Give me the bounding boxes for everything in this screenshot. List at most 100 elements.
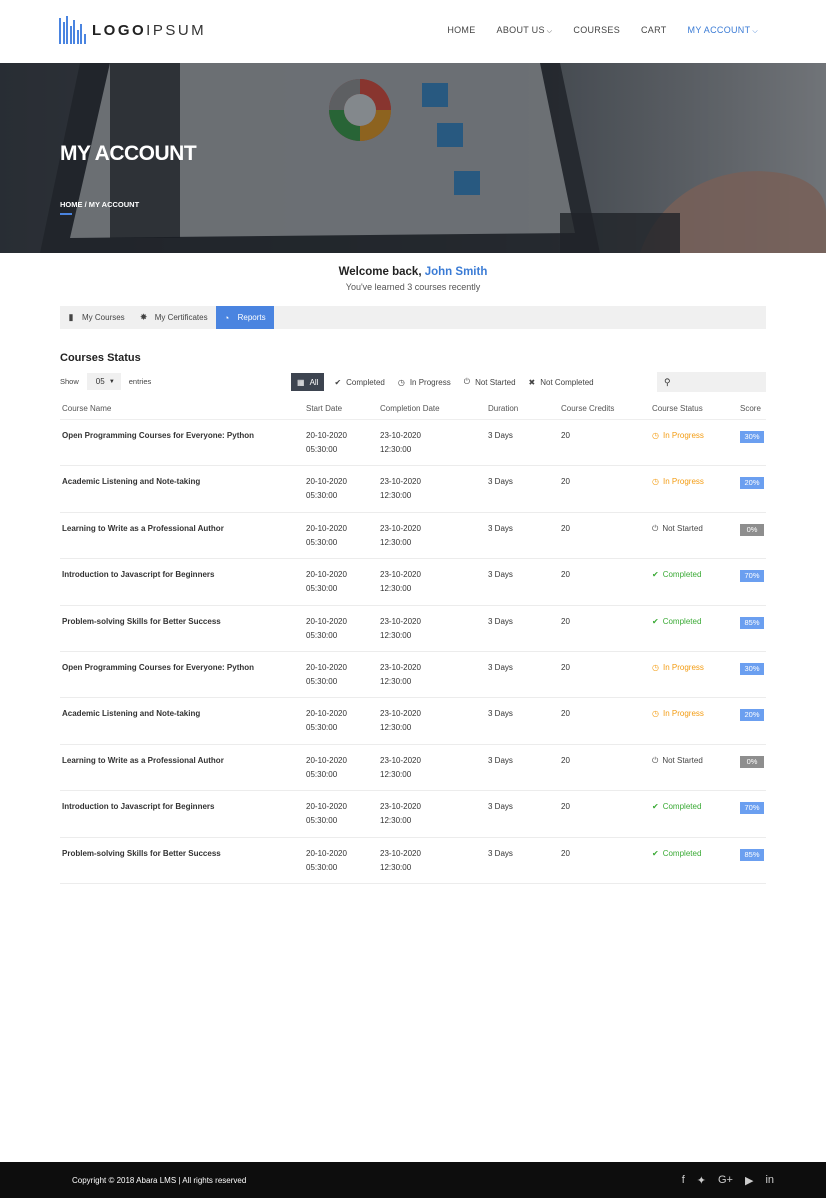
- course-name[interactable]: Introduction to Javascript for Beginners: [60, 791, 306, 836]
- filter-all[interactable]: ▦ All: [291, 373, 325, 391]
- duration: 3 Days: [488, 662, 513, 672]
- col-course-credits[interactable]: Course Credits: [561, 404, 652, 413]
- completion-date: 23-10-2020 12:30:00: [380, 616, 421, 640]
- welcome-subtitle: You've learned 3 courses recently: [345, 282, 481, 292]
- course-name[interactable]: Open Programming Courses for Everyone: P…: [60, 652, 306, 697]
- course-credits: 20: [561, 523, 570, 533]
- completion-date: 23-10-2020 12:30:00: [380, 570, 421, 594]
- nav-about-us[interactable]: ABOUT US ⌵: [497, 25, 553, 36]
- logo[interactable]: LOGOIPSUM: [59, 16, 206, 44]
- table-row[interactable]: Learning to Write as a Professional Auth…: [60, 745, 766, 792]
- facebook-icon[interactable]: f: [682, 1174, 685, 1186]
- table-row[interactable]: Academic Listening and Note-taking 20-10-…: [60, 466, 766, 513]
- filter-completed[interactable]: ✔ Completed: [334, 373, 384, 391]
- entries-select[interactable]: 05 ▼: [86, 373, 121, 390]
- tab-my-courses[interactable]: ▮ My Courses: [60, 306, 133, 329]
- filter-in-progress[interactable]: ◷ In Progress: [398, 373, 451, 391]
- nav-courses[interactable]: COURSES: [573, 25, 620, 36]
- entries-control: Show 05 ▼ entries: [60, 373, 151, 390]
- table-body: Open Programming Courses for Everyone: P…: [60, 420, 766, 884]
- course-status: ✔ Completed: [652, 606, 740, 651]
- page-hero: MY ACCOUNT HOME / MY ACCOUNT: [0, 63, 826, 253]
- course-status: ⏻ Not Started: [652, 513, 740, 558]
- course-status: ✔ Completed: [652, 791, 740, 836]
- completion-date: 23-10-2020 12:30:00: [380, 662, 421, 686]
- course-name[interactable]: Introduction to Javascript for Beginners: [60, 559, 306, 604]
- social-links: f ✦ G+ ▶ in: [670, 1174, 774, 1187]
- course-status: ◷ In Progress: [652, 698, 740, 743]
- search-box[interactable]: ⚲: [657, 372, 766, 392]
- completion-date: 23-10-2020 12:30:00: [380, 523, 421, 547]
- col-course-status[interactable]: Course Status: [652, 404, 740, 413]
- course-name[interactable]: Academic Listening and Note-taking: [60, 466, 306, 511]
- clock-icon: ◷: [652, 709, 659, 719]
- col-course-name[interactable]: Course Name: [60, 404, 306, 413]
- course-name[interactable]: Academic Listening and Note-taking: [60, 698, 306, 743]
- status-filters: ▦ All ✔ Completed ◷ In Progress ⏻ Not Starte…: [291, 373, 607, 391]
- course-credits: 20: [561, 616, 570, 626]
- chevron-down-icon: ⌵: [752, 28, 758, 35]
- table-row[interactable]: Problem-solving Skills for Better Succes…: [60, 606, 766, 652]
- table-row[interactable]: Introduction to Javascript for Beginners…: [60, 559, 766, 606]
- user-name[interactable]: John Smith: [425, 266, 488, 278]
- course-name[interactable]: Open Programming Courses for Everyone: P…: [60, 420, 306, 465]
- score-badge: 85%: [740, 616, 764, 629]
- clock-icon: ◷: [397, 377, 405, 387]
- show-label: Show: [60, 377, 79, 386]
- entries-label: entries: [128, 377, 152, 386]
- check-circle-icon: ✔: [652, 616, 659, 626]
- nav-home[interactable]: HOME: [447, 25, 475, 36]
- course-status: ◷ In Progress: [652, 652, 740, 697]
- table-row[interactable]: Learning to Write as a Professional Auth…: [60, 513, 766, 560]
- completion-date: 23-10-2020 12:30:00: [380, 709, 421, 733]
- course-status: ◷ In Progress: [652, 420, 740, 465]
- completion-date: 23-10-2020 12:30:00: [380, 477, 421, 501]
- grid-icon: ▦: [297, 377, 305, 387]
- filter-not-started[interactable]: ⏻ Not Started: [464, 373, 516, 391]
- site-header: LOGOIPSUM HOME ABOUT US ⌵ COURSES CART MY…: [0, 0, 826, 63]
- chevron-down-icon: ⌵: [546, 28, 553, 35]
- col-start-date[interactable]: Start Date: [306, 404, 380, 413]
- table-row[interactable]: Problem-solving Skills for Better Succes…: [60, 838, 766, 884]
- filter-not-completed[interactable]: ✖ Not Completed: [529, 373, 594, 391]
- power-icon: ⏻: [652, 523, 659, 533]
- course-name[interactable]: Problem-solving Skills for Better Succes…: [60, 606, 306, 651]
- completion-date: 23-10-2020 12:30:00: [380, 755, 421, 779]
- course-name[interactable]: Problem-solving Skills for Better Succes…: [60, 838, 306, 883]
- start-date: 20-10-2020 05:30:00: [306, 616, 347, 640]
- copyright-text: Copyright © 2018 Abara LMS | All rights …: [72, 1175, 247, 1185]
- tab-reports[interactable]: ◔ Reports: [215, 306, 274, 329]
- linkedin-icon[interactable]: in: [765, 1174, 774, 1186]
- check-circle-icon: ✔: [334, 377, 342, 387]
- course-name[interactable]: Learning to Write as a Professional Auth…: [60, 745, 306, 790]
- table-row[interactable]: Introduction to Javascript for Beginners…: [60, 791, 766, 838]
- table-row[interactable]: Open Programming Courses for Everyone: P…: [60, 420, 766, 467]
- course-credits: 20: [561, 709, 570, 719]
- score-badge: 20%: [740, 477, 764, 490]
- google-plus-icon[interactable]: G+: [718, 1174, 733, 1186]
- search-input[interactable]: [674, 377, 755, 387]
- col-completion-date[interactable]: Completion Date: [380, 404, 488, 413]
- tab-my-certificates[interactable]: ✸ My Certificates: [133, 306, 216, 329]
- table-row[interactable]: Open Programming Courses for Everyone: P…: [60, 652, 766, 699]
- course-name[interactable]: Learning to Write as a Professional Auth…: [60, 513, 306, 558]
- nav-cart[interactable]: CART: [641, 25, 667, 36]
- table-row[interactable]: Academic Listening and Note-taking 20-10-…: [60, 698, 766, 745]
- col-duration[interactable]: Duration: [488, 404, 561, 413]
- table-header: Course Name Start Date Completion Date D…: [60, 398, 766, 420]
- score: 70%: [740, 791, 766, 836]
- score-badge: 0%: [740, 523, 764, 536]
- logo-text: LOGOIPSUM: [92, 21, 207, 39]
- youtube-icon[interactable]: ▶: [745, 1174, 753, 1187]
- duration: 3 Days: [488, 570, 513, 580]
- duration: 3 Days: [488, 523, 513, 533]
- search-icon: ⚲: [664, 376, 671, 387]
- nav-my-account[interactable]: MY ACCOUNT ⌵: [688, 25, 758, 36]
- start-date: 20-10-2020 05:30:00: [306, 755, 347, 779]
- col-score[interactable]: Score: [740, 404, 766, 413]
- score: 20%: [740, 698, 766, 743]
- twitter-icon[interactable]: ✦: [697, 1174, 706, 1187]
- breadcrumb[interactable]: HOME / MY ACCOUNT: [60, 200, 139, 209]
- start-date: 20-10-2020 05:30:00: [306, 802, 347, 826]
- welcome-message: Welcome back, John Smith: [338, 266, 488, 278]
